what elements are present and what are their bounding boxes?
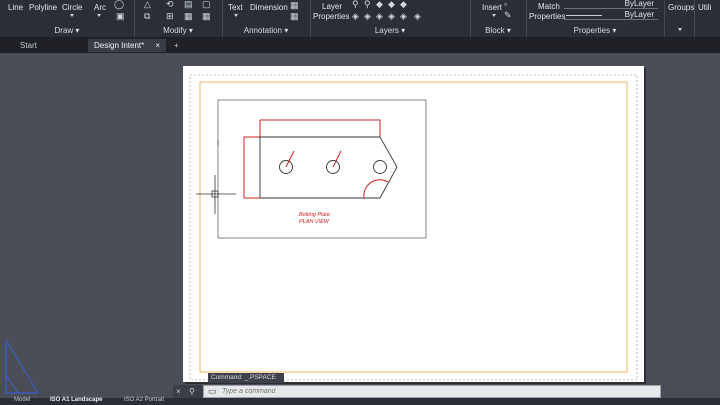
command-history: Command: _.PSPACE <box>208 373 284 383</box>
command-history-text: Command: _.PSPACE <box>211 374 276 381</box>
crosshair-cursor <box>196 175 236 214</box>
plate-offset-outline <box>243 119 381 199</box>
ucs-icon <box>5 339 39 394</box>
hole-leader-2 <box>332 150 342 168</box>
layout1-tab[interactable]: ISO A1 Landscape <box>50 397 102 403</box>
status-bar: Model ISO A1 Landscape ISO A2 Portrait <box>0 397 720 405</box>
corner-arc <box>363 179 389 199</box>
customize-icon[interactable]: ⚲ <box>189 387 195 396</box>
command-line-handle[interactable]: × ⚲ <box>173 385 203 398</box>
sheet-border <box>199 81 628 373</box>
drawing-title-line1: Bolting Plate <box>299 212 330 218</box>
drawing-title: Bolting Plate PLAN VIEW <box>299 212 330 226</box>
hole-leader-1 <box>285 150 295 168</box>
command-line[interactable]: ▭ <box>203 385 661 398</box>
command-input[interactable] <box>222 386 652 397</box>
plate-outline <box>259 136 398 199</box>
command-prompt-icon: ▭ <box>208 386 217 396</box>
bolt-hole-3 <box>373 160 387 174</box>
model-tab[interactable]: Model <box>14 397 30 403</box>
layout-drawing[interactable] <box>0 0 720 405</box>
drawing-title-line2: PLAN VIEW <box>299 219 329 225</box>
close-icon[interactable]: × <box>176 387 181 396</box>
layout2-tab[interactable]: ISO A2 Portrait <box>124 397 164 403</box>
printable-area <box>189 74 638 381</box>
